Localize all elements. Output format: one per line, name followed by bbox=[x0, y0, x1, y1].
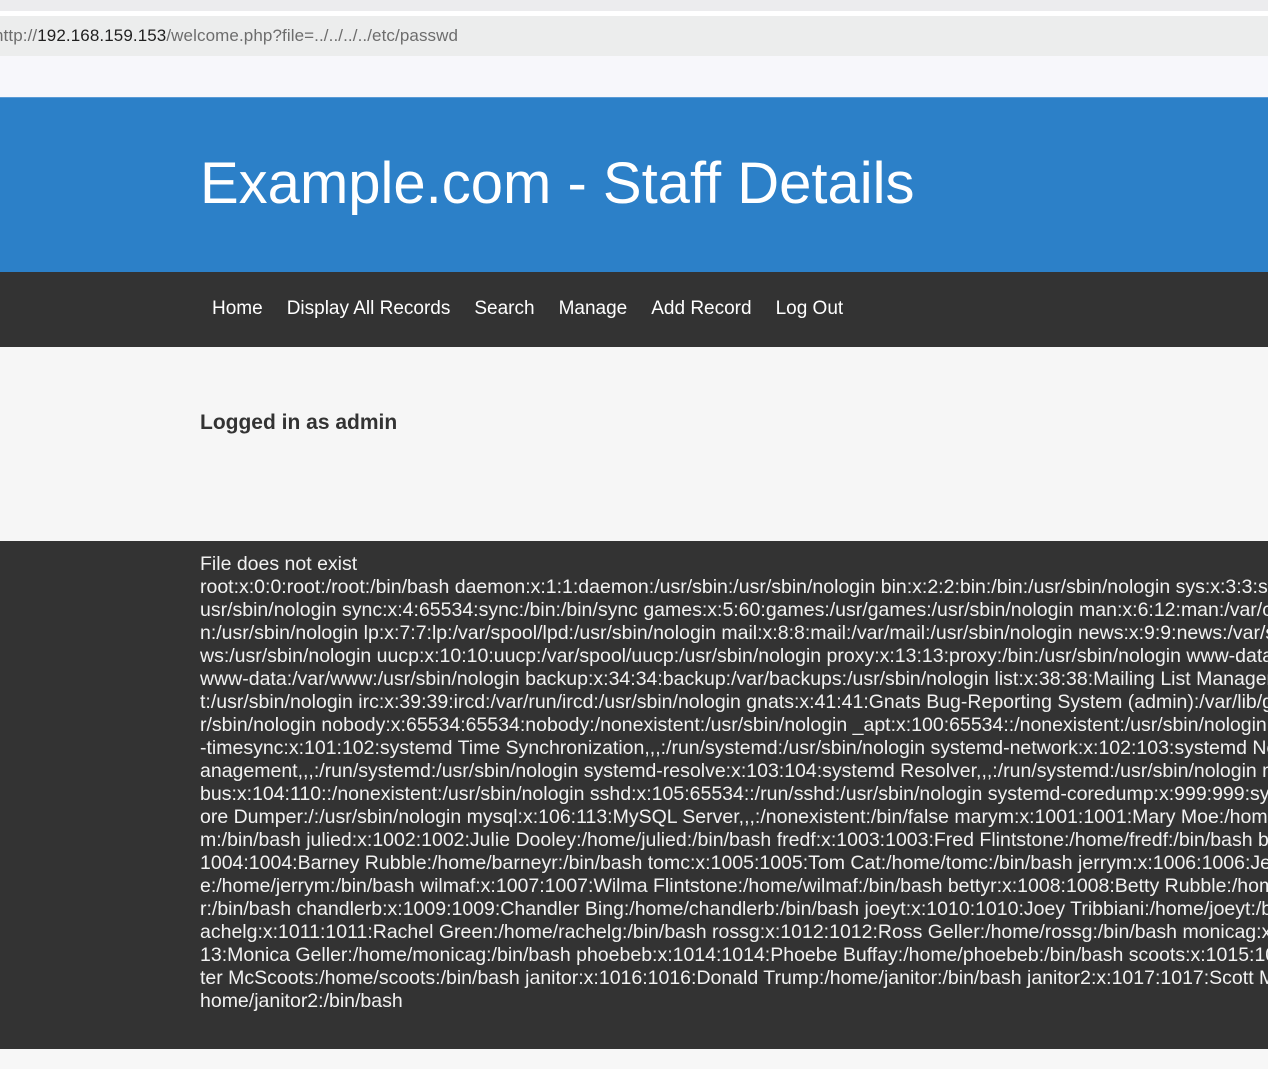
error-message: File does not exist bbox=[200, 553, 358, 575]
nav-link-manage[interactable]: Manage bbox=[547, 297, 640, 321]
login-status: Logged in as admin bbox=[200, 411, 398, 434]
url-path: /welcome.php?file=../../../../etc/passwd bbox=[166, 26, 459, 45]
nav-link-add-record[interactable]: Add Record bbox=[639, 297, 763, 321]
nav-link-log-out[interactable]: Log Out bbox=[764, 297, 856, 321]
address-bar-url[interactable]: http://192.168.159.153/welcome.php?file=… bbox=[0, 26, 458, 46]
bottom-strip bbox=[0, 1049, 1268, 1069]
browser-gap bbox=[0, 56, 1268, 97]
url-host: 192.168.159.153 bbox=[37, 26, 167, 45]
nav-item-add-record: Add Record bbox=[639, 297, 763, 321]
main-nav: Home Display All Records Search Manage A… bbox=[0, 272, 1268, 347]
site-header: Example.com - Staff Details bbox=[0, 97, 1268, 272]
page-footer: File does not exist root:x:0:0:root:/roo… bbox=[0, 541, 1268, 1049]
passwd-content: root:x:0:0:root:/root:/bin/bash daemon:x… bbox=[200, 576, 1268, 1012]
main-content: Logged in as admin bbox=[0, 347, 1268, 541]
address-bar[interactable]: http://192.168.159.153/welcome.php?file=… bbox=[0, 16, 1268, 56]
nav-link-home[interactable]: Home bbox=[200, 297, 275, 321]
url-scheme: http:// bbox=[0, 26, 38, 45]
nav-item-display-all-records: Display All Records bbox=[275, 297, 463, 321]
nav-item-manage: Manage bbox=[547, 297, 640, 321]
browser-top-strip bbox=[0, 0, 1268, 11]
nav-link-search[interactable]: Search bbox=[462, 297, 546, 321]
site-title: Example.com - Staff Details bbox=[200, 151, 915, 216]
nav-list: Home Display All Records Search Manage A… bbox=[200, 297, 855, 321]
nav-item-log-out: Log Out bbox=[764, 297, 856, 321]
nav-link-display-all-records[interactable]: Display All Records bbox=[275, 297, 463, 321]
nav-item-search: Search bbox=[462, 297, 546, 321]
nav-item-home: Home bbox=[200, 297, 275, 321]
footer-text: File does not exist root:x:0:0:root:/roo… bbox=[200, 553, 1268, 1013]
